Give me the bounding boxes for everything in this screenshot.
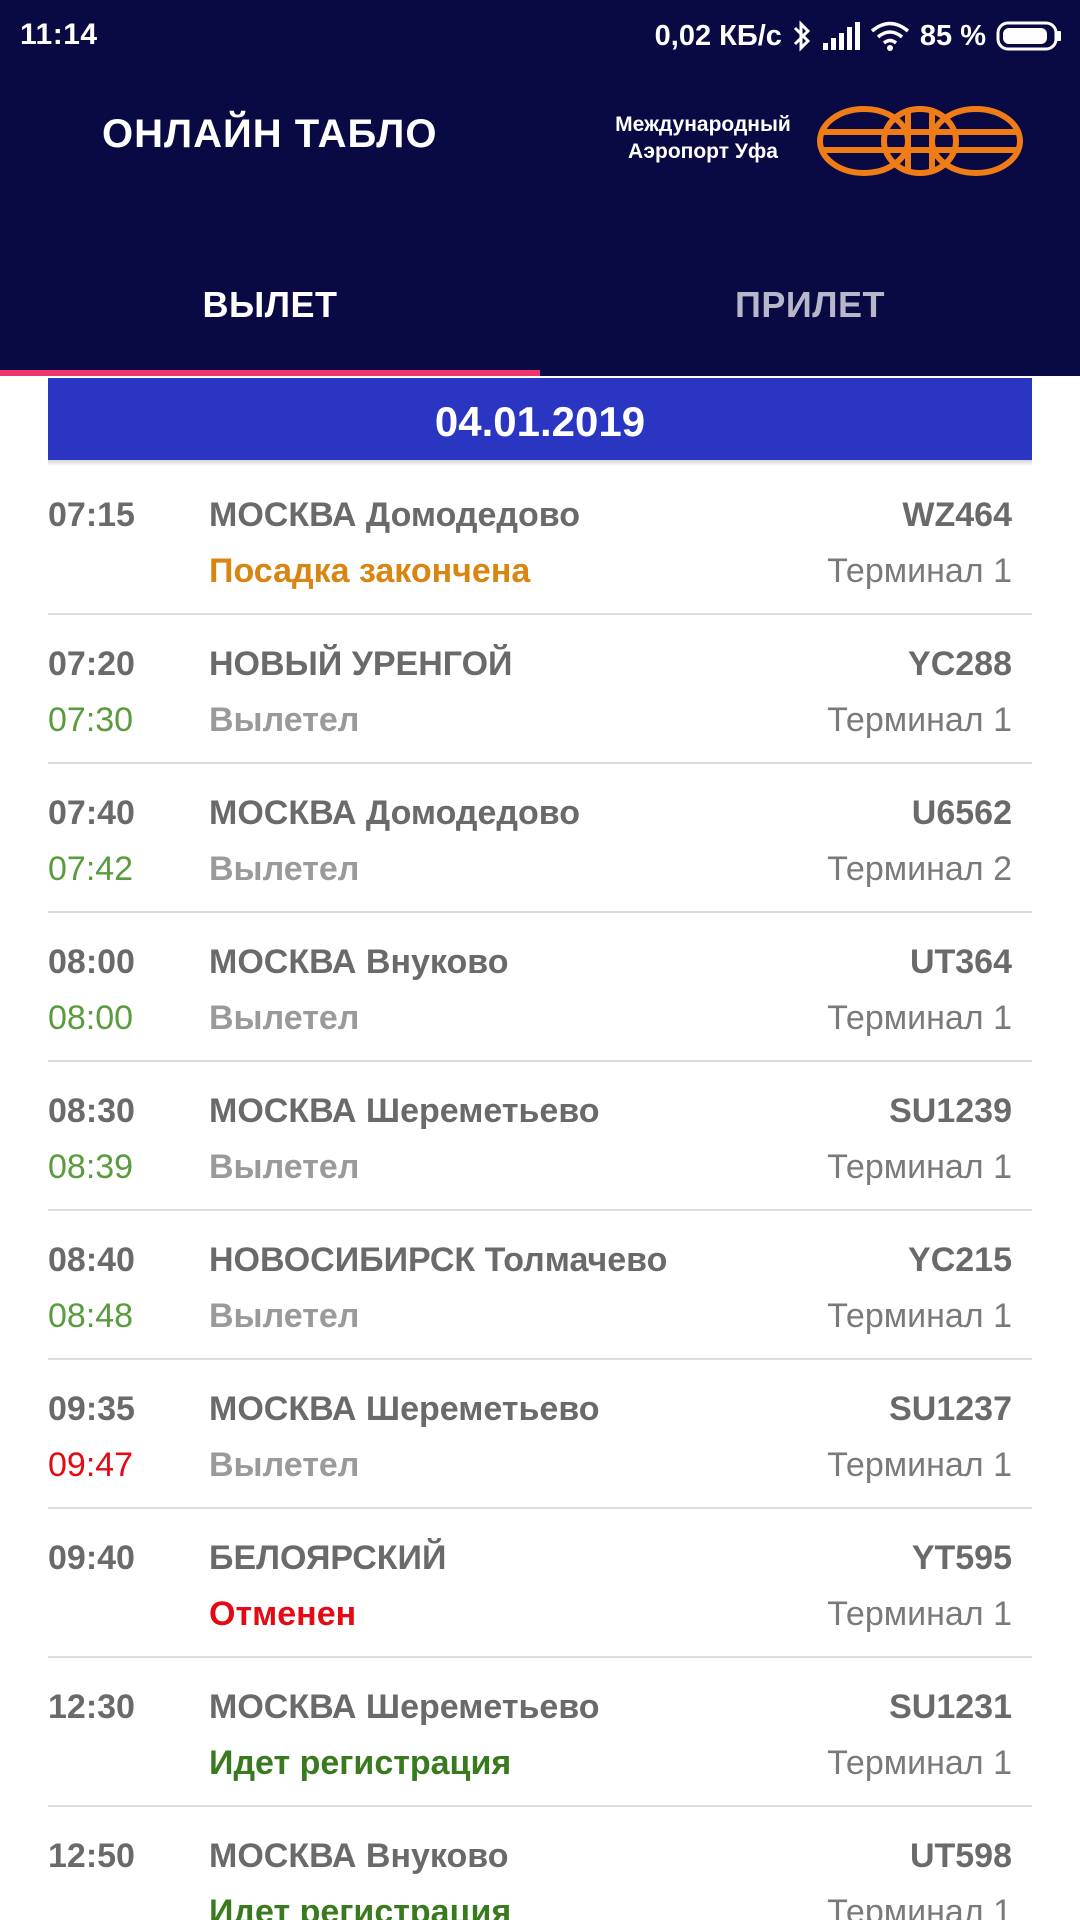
flight-row[interactable]: 12:30 МОСКВА Шереметьево Идет регистрация S… (48, 1658, 1032, 1807)
terminal: Терминал 1 (827, 1744, 1012, 1782)
flight-status: Отменен (209, 1595, 357, 1633)
flight-list: 07:15 МОСКВА Домодедово Посадка закончена W… (48, 466, 1032, 1920)
scheduled-time: 09:35 (48, 1390, 135, 1428)
destination: НОВЫЙ УРЕНГОЙ (209, 645, 513, 683)
destination: МОСКВА Шереметьево (209, 1092, 600, 1130)
tab-departures-label: ВЫЛЕТ (202, 284, 338, 325)
terminal: Терминал 1 (827, 1446, 1012, 1484)
flight-number: YT595 (911, 1539, 1012, 1577)
wifi-icon (870, 21, 910, 51)
actual-time: 08:00 (48, 999, 134, 1037)
logo-line-2: Аэропорт Уфа (628, 140, 778, 163)
terminal: Терминал 1 (827, 552, 1012, 590)
flight-row[interactable]: 07:15 МОСКВА Домодедово Посадка закончена W… (48, 466, 1032, 615)
actual-time: 07:30 (48, 701, 134, 739)
flight-number: WZ464 (902, 496, 1012, 534)
terminal: Терминал 1 (827, 701, 1012, 739)
status-indicators: 0,02 КБ/с 85 % (655, 14, 1062, 58)
destination: МОСКВА Домодедово (209, 496, 580, 534)
scheduled-time: 07:40 (48, 794, 135, 832)
destination: НОВОСИБИРСК Толмачево (209, 1241, 668, 1279)
terminal: Терминал 1 (827, 999, 1012, 1037)
destination: МОСКВА Внуково (209, 1837, 509, 1875)
tab-active-indicator (0, 370, 540, 376)
destination: МОСКВА Внуково (209, 943, 509, 981)
destination: МОСКВА Шереметьево (209, 1688, 600, 1726)
flight-row[interactable]: 07:20 07:30 НОВЫЙ УРЕНГОЙ Вылетел YC288 Терми… (48, 615, 1032, 764)
flight-number: SU1237 (889, 1390, 1012, 1428)
battery-percent: 85 % (919, 19, 986, 52)
scheduled-time: 09:40 (48, 1539, 135, 1577)
page-title: ОНЛАЙН ТАБЛО (102, 112, 438, 156)
scheduled-time: 08:00 (48, 943, 135, 981)
terminal: Терминал 1 (827, 1595, 1012, 1633)
flight-status: Вылетел (209, 999, 360, 1037)
tab-arrivals[interactable]: ПРИЛЕТ (540, 270, 1080, 376)
flight-row[interactable]: 08:00 08:00 МОСКВА Внуково Вылетел UT364 Терм… (48, 913, 1032, 1062)
actual-time: 07:42 (48, 850, 134, 888)
flight-status: Идет регистрация (209, 1744, 512, 1782)
flight-row[interactable]: 12:50 МОСКВА Внуково Идет регистрация UT598… (48, 1807, 1032, 1920)
flight-number: UT364 (909, 943, 1012, 981)
terminal: Терминал 1 (827, 1893, 1012, 1920)
flight-number: SU1231 (889, 1688, 1012, 1726)
tab-bar: ВЫЛЕТ ПРИЛЕТ (0, 270, 1080, 376)
scheduled-time: 12:30 (48, 1688, 135, 1726)
flight-status: Вылетел (209, 850, 360, 888)
flight-status: Идет регистрация (209, 1893, 512, 1920)
actual-time: 09:47 (48, 1446, 134, 1484)
flight-status: Вылетел (209, 701, 360, 739)
flight-number: YC215 (908, 1241, 1012, 1279)
scheduled-time: 08:40 (48, 1241, 135, 1279)
terminal: Терминал 1 (827, 1297, 1012, 1335)
destination: МОСКВА Шереметьево (209, 1390, 600, 1428)
scheduled-time: 12:50 (48, 1837, 135, 1875)
tab-departures[interactable]: ВЫЛЕТ (0, 270, 540, 376)
scheduled-time: 07:15 (48, 496, 135, 534)
terminal: Терминал 1 (827, 1148, 1012, 1186)
flight-number: YC288 (908, 645, 1012, 683)
signal-icon (822, 22, 860, 50)
date-header: 04.01.2019 (48, 378, 1032, 460)
actual-time: 08:39 (48, 1148, 134, 1186)
flight-status: Вылетел (209, 1148, 360, 1186)
flight-status: Вылетел (209, 1446, 360, 1484)
flight-number: UT598 (909, 1837, 1012, 1875)
flight-number: U6562 (911, 794, 1012, 832)
status-bar: 11:14 0,02 КБ/с 85 % (0, 0, 1080, 74)
flight-row[interactable]: 09:40 БЕЛОЯРСКИЙ Отменен YT595 Терминал 1 (48, 1509, 1032, 1658)
terminal: Терминал 2 (827, 850, 1012, 888)
scheduled-time: 07:20 (48, 645, 135, 683)
flight-row[interactable]: 07:40 07:42 МОСКВА Домодедово Вылетел U6562 Т… (48, 764, 1032, 913)
flight-row[interactable]: 09:35 09:47 МОСКВА Шереметьево Вылетел SU123… (48, 1360, 1032, 1509)
ufa-airport-emblem-icon (817, 106, 1023, 176)
flight-number: SU1239 (889, 1092, 1012, 1130)
airport-logo: Международный Аэропорт Уфа (608, 103, 1026, 179)
flight-row[interactable]: 08:40 08:48 НОВОСИБИРСК Толмачево Вылетел YC… (48, 1211, 1032, 1360)
actual-time: 08:48 (48, 1297, 134, 1335)
logo-line-1: Международный (615, 113, 791, 136)
bluetooth-icon (793, 20, 811, 52)
flight-status: Вылетел (209, 1297, 360, 1335)
destination: БЕЛОЯРСКИЙ (209, 1539, 447, 1577)
network-speed: 0,02 КБ/с (654, 19, 782, 52)
battery-icon (996, 21, 1061, 51)
flight-row[interactable]: 08:30 08:39 МОСКВА Шереметьево Вылетел SU123… (48, 1062, 1032, 1211)
logo-caption: Международный Аэропорт Уфа (608, 111, 798, 165)
tab-arrivals-label: ПРИЛЕТ (734, 284, 886, 325)
scheduled-time: 08:30 (48, 1092, 135, 1130)
destination: МОСКВА Домодедово (209, 794, 580, 832)
status-time: 11:14 (20, 18, 98, 51)
app-header: 11:14 0,02 КБ/с 85 % ОНЛАЙН ТАБЛО Междун… (0, 0, 1080, 376)
flight-status: Посадка закончена (209, 552, 531, 590)
